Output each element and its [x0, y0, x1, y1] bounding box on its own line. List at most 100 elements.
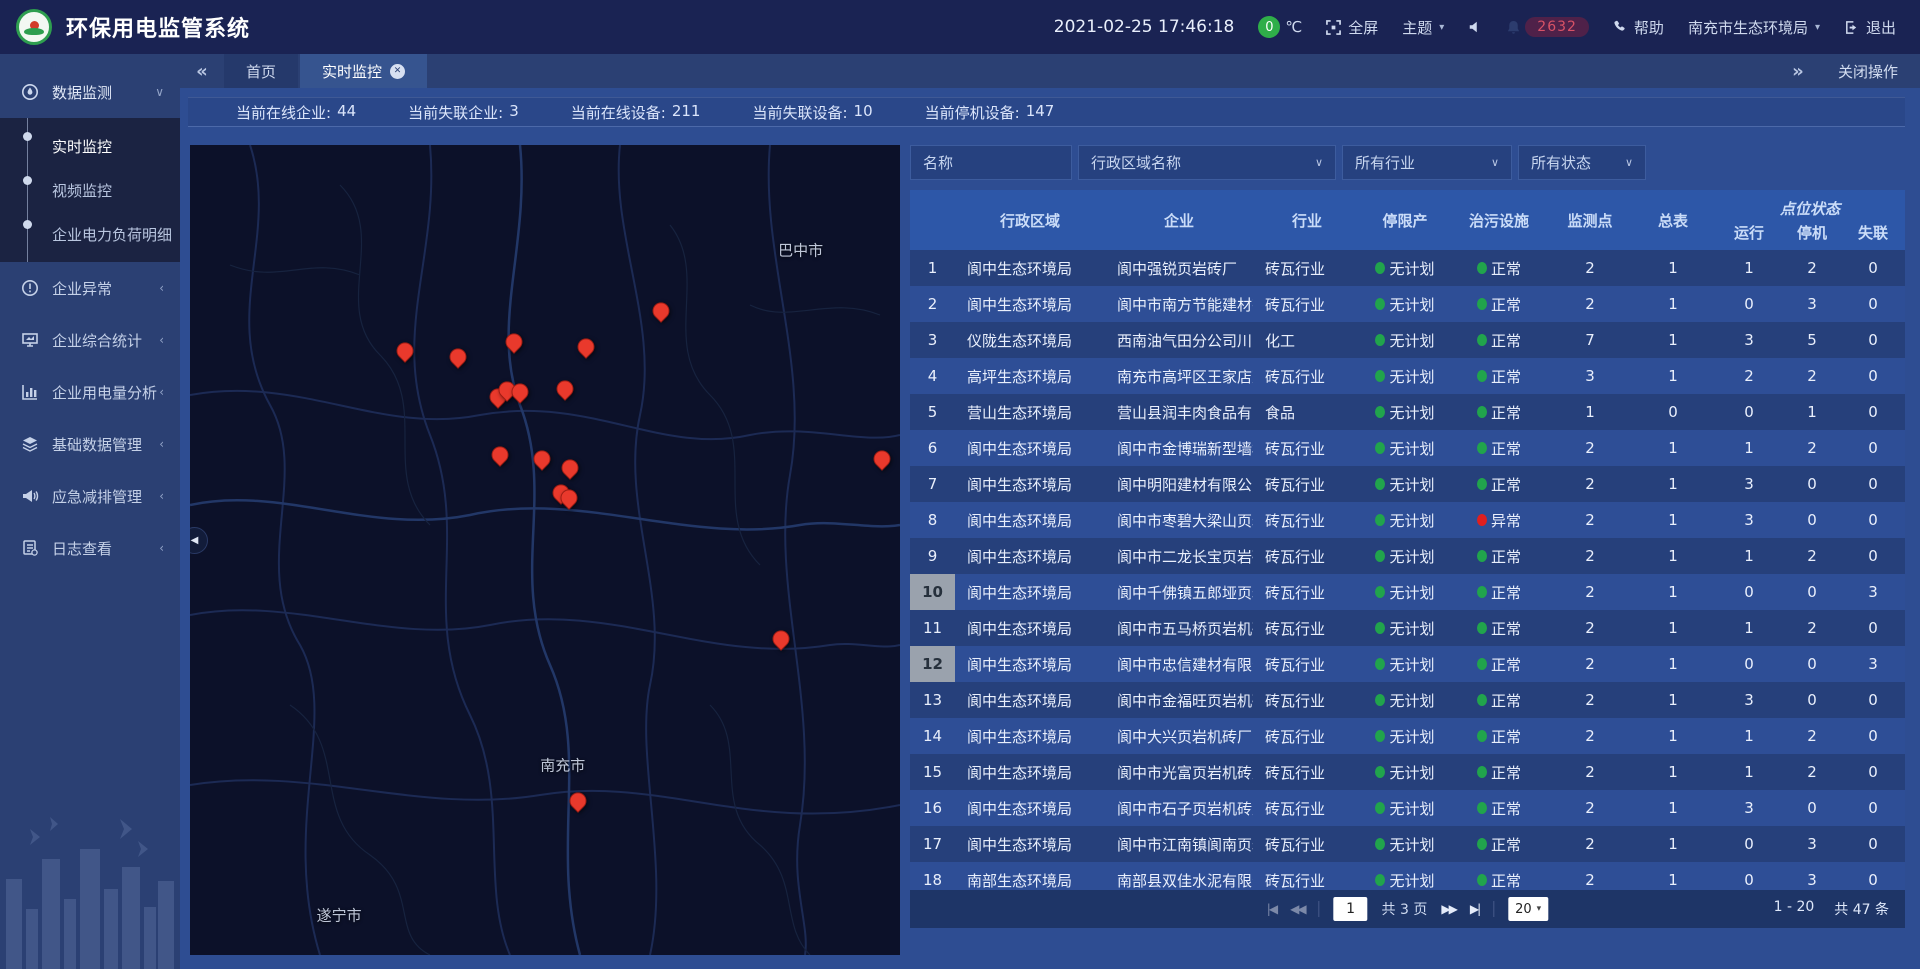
sidebar-item-video-monitoring[interactable]: 视频监控 [0, 168, 180, 212]
sidebar-item-power-analysis[interactable]: 企业用电量分析 ‹ [0, 366, 180, 418]
close-operations-button[interactable]: 关闭操作 [1838, 61, 1898, 82]
tab-realtime-monitoring[interactable]: 实时监控 ✕ [300, 54, 427, 88]
cell-facility: 正常 [1449, 870, 1549, 891]
cell-industry: 砖瓦行业 [1253, 366, 1361, 387]
table-row[interactable]: 4 高坪生态环境局 南充市高坪区王家店建 砖瓦行业 无计划 [910, 358, 1905, 394]
status-dot [1477, 622, 1487, 634]
table-row[interactable]: 8 阆中生态环境局 阆中市枣碧大梁山页岩 砖瓦行业 无计划 [910, 502, 1905, 538]
page-number-input[interactable]: 1 [1334, 897, 1368, 921]
temperature-badge: 0 [1258, 16, 1280, 38]
sidebar-item-realtime-monitoring[interactable]: 实时监控 [0, 124, 180, 168]
table-row[interactable]: 17 阆中生态环境局 阆中市江南镇阆南页岩 砖瓦行业 无计划 [910, 826, 1905, 862]
next-page-icon[interactable]: ▶▶ [1441, 902, 1455, 916]
cell-facility: 正常 [1449, 330, 1549, 351]
tabs-scroll-right-icon[interactable]: » [1776, 61, 1820, 82]
col-group-point-status: 点位状态 [1715, 190, 1905, 220]
close-tab-icon[interactable]: ✕ [390, 64, 405, 79]
record-range-label: 1 - 20 [1774, 899, 1815, 919]
cell-stop: 2 [1783, 619, 1841, 637]
region-filter-select[interactable]: 行政区域名称 ∨ [1078, 145, 1336, 180]
table-row[interactable]: 16 阆中生态环境局 阆中市石子页岩机砖厂 砖瓦行业 无计划 [910, 790, 1905, 826]
cell-run: 1 [1715, 763, 1783, 781]
name-filter[interactable] [910, 145, 1072, 180]
table-row[interactable]: 11 阆中生态环境局 阆中市五马桥页岩机砖 砖瓦行业 无计划 [910, 610, 1905, 646]
status-dot-green [1375, 802, 1385, 814]
app-title: 环保用电监管系统 [66, 11, 250, 43]
cell-stop: 0 [1783, 583, 1841, 601]
cell-points: 3 [1549, 367, 1631, 385]
cell-stop: 0 [1783, 511, 1841, 529]
map-panel[interactable]: 巴中市 南充市 遂宁市 [190, 145, 900, 955]
cell-industry: 砖瓦行业 [1253, 618, 1361, 639]
notifications[interactable]: 2632 [1506, 17, 1589, 37]
status-dot [1477, 334, 1487, 346]
status-filter-select[interactable]: 所有状态 ∨ [1518, 145, 1646, 180]
layers-icon [20, 435, 40, 453]
table-row[interactable]: 14 阆中生态环境局 阆中大兴页岩机砖厂 砖瓦行业 无计划 [910, 718, 1905, 754]
cell-meter: 1 [1631, 763, 1715, 781]
sidebar-item-enterprise-abnormal[interactable]: 企业异常 ‹ [0, 262, 180, 314]
tab-home[interactable]: 首页 [224, 54, 298, 88]
cell-lost: 0 [1841, 799, 1905, 817]
tabs-scroll-left-icon[interactable]: « [180, 61, 224, 82]
page-size-select[interactable]: 20 ▾ [1508, 897, 1548, 921]
map-roads-layer [190, 145, 900, 955]
cell-facility: 正常 [1449, 582, 1549, 603]
cell-stop: 3 [1783, 871, 1841, 889]
table-row[interactable]: 5 营山生态环境局 营山县润丰肉食品有限 食品 无计划 [910, 394, 1905, 430]
first-page-icon[interactable]: |◀ [1267, 902, 1276, 916]
sidebar-item-emergency-reduction[interactable]: 应急减排管理 ‹ [0, 470, 180, 522]
org-dropdown[interactable]: 南充市生态环境局 ▾ [1688, 17, 1820, 38]
logout-button[interactable]: 退出 [1844, 17, 1896, 38]
cell-region: 阆中生态环境局 [955, 294, 1105, 315]
table-row[interactable]: 15 阆中生态环境局 阆中市光富页岩机砖厂 砖瓦行业 无计划 [910, 754, 1905, 790]
app-root: 环保用电监管系统 2021-02-25 17:46:18 0 ℃ 全屏 主题 ▾ [0, 0, 1920, 969]
cell-points: 2 [1549, 439, 1631, 457]
cell-points: 2 [1549, 295, 1631, 313]
cell-company: 阆中市石子页岩机砖厂 [1105, 798, 1253, 819]
mute-button[interactable] [1468, 20, 1482, 34]
chevron-down-icon: ▾ [1815, 22, 1820, 33]
sidebar-item-base-data[interactable]: 基础数据管理 ‹ [0, 418, 180, 470]
industry-filter-select[interactable]: 所有行业 ∨ [1342, 145, 1512, 180]
cell-points: 2 [1549, 547, 1631, 565]
status-dot [1477, 550, 1487, 562]
table-row[interactable]: 9 阆中生态环境局 阆中市二龙长宝页岩砖 砖瓦行业 无计划 [910, 538, 1905, 574]
cell-run: 1 [1715, 547, 1783, 565]
col-stop: 停机 [1783, 220, 1841, 250]
theme-dropdown[interactable]: 主题 ▾ [1402, 17, 1444, 38]
enterprise-table-panel: 行政区域名称 ∨ 所有行业 ∨ 所有状态 ∨ 行政区域 [910, 145, 1905, 955]
cell-meter: 1 [1631, 691, 1715, 709]
sidebar-item-data-monitoring[interactable]: 数据监测 ∨ [0, 66, 180, 118]
help-button[interactable]: 帮助 [1613, 17, 1664, 38]
table-row[interactable]: 3 仪陇生态环境局 西南油气田分公司川中 化工 无计划 [910, 322, 1905, 358]
table-row[interactable]: 12 阆中生态环境局 阆中市忠信建材有限公 砖瓦行业 无计划 [910, 646, 1905, 682]
sidebar-item-log-view[interactable]: 日志查看 ‹ [0, 522, 180, 574]
cell-stop: 0 [1783, 691, 1841, 709]
cell-facility: 正常 [1449, 546, 1549, 567]
sidebar-item-power-load-detail[interactable]: 企业电力负荷明细 [0, 212, 180, 256]
sidebar-item-enterprise-statistics[interactable]: 企业综合统计 ‹ [0, 314, 180, 366]
name-filter-input[interactable] [923, 154, 1059, 172]
chevron-left-icon: ◀ [191, 535, 199, 546]
cell-region: 阆中生态环境局 [955, 474, 1105, 495]
cell-lost: 0 [1841, 295, 1905, 313]
cell-row-number: 12 [910, 646, 955, 682]
status-dot [1477, 370, 1487, 382]
cell-points: 2 [1549, 871, 1631, 889]
table-row[interactable]: 18 南部生态环境局 南部县双佳水泥有限公 砖瓦行业 无计划 [910, 862, 1905, 890]
cell-row-number: 3 [910, 322, 955, 358]
table-row[interactable]: 7 阆中生态环境局 阆中明阳建材有限公司 砖瓦行业 无计划 [910, 466, 1905, 502]
table-row[interactable]: 10 阆中生态环境局 阆中千佛镇五郎垭页岩 砖瓦行业 无计划 [910, 574, 1905, 610]
cell-meter: 1 [1631, 799, 1715, 817]
table-row[interactable]: 13 阆中生态环境局 阆中市金福旺页岩机砖 砖瓦行业 无计划 [910, 682, 1905, 718]
cell-region: 阆中生态环境局 [955, 690, 1105, 711]
table-row[interactable]: 2 阆中生态环境局 阆中市南方节能建材有 砖瓦行业 无计划 [910, 286, 1905, 322]
last-page-icon[interactable]: ▶| [1470, 902, 1479, 916]
table-row[interactable]: 6 阆中生态环境局 阆中市金博瑞新型墙材 砖瓦行业 无计划 [910, 430, 1905, 466]
fullscreen-button[interactable]: 全屏 [1326, 17, 1378, 38]
prev-page-icon[interactable]: ◀◀ [1290, 902, 1304, 916]
col-run: 运行 [1715, 220, 1783, 250]
table-row[interactable]: 1 阆中生态环境局 阆中强锐页岩砖厂 砖瓦行业 无计划 [910, 250, 1905, 286]
cell-limit: 无计划 [1361, 294, 1449, 315]
